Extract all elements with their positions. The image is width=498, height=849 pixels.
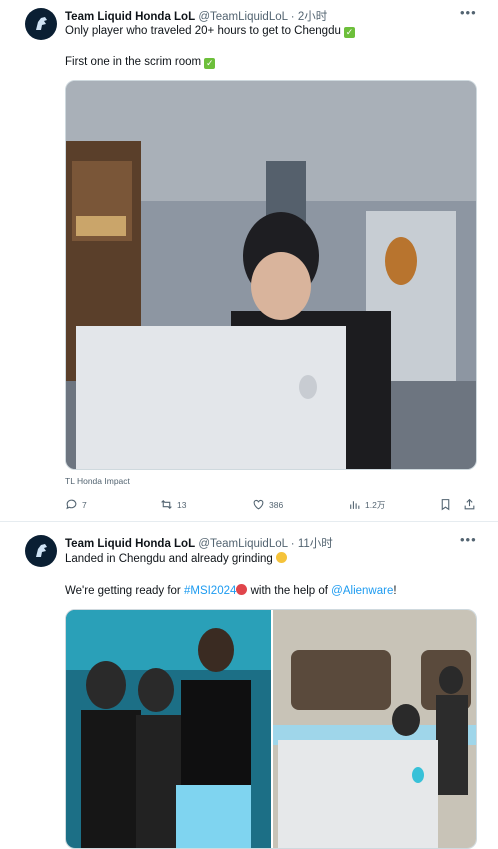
msi-emblem-icon [236, 584, 248, 595]
views-count: 1.2万 [365, 499, 386, 510]
timestamp[interactable]: 2小时 [298, 11, 327, 23]
avatar[interactable] [25, 8, 57, 40]
tweet-text: ! [393, 585, 397, 597]
media-caption[interactable]: TL Honda Impact [65, 476, 130, 486]
reply-button[interactable]: 7 [65, 498, 87, 511]
retweet-count: 13 [177, 499, 187, 510]
check-mark-emoji-icon: ✓ [204, 58, 216, 69]
like-button[interactable]: 386 [252, 498, 283, 511]
team-photo-right[interactable] [273, 610, 477, 849]
retweet-icon [161, 499, 172, 510]
team-liquid-logo-icon [36, 544, 47, 557]
more-options-icon[interactable]: ••• [460, 6, 476, 22]
team-liquid-logo-icon [36, 17, 47, 30]
tweet-actions: 7 13 386 1.2万 [65, 498, 477, 514]
tweet[interactable]: Team Liquid Honda LoL @TeamLiquidLoL · 1… [0, 523, 498, 849]
tweet-photo-grid [65, 609, 477, 849]
tweet-text: with the help of [250, 585, 328, 597]
like-count: 386 [269, 499, 284, 510]
separator: · [290, 11, 295, 23]
tweet-photo[interactable] [65, 80, 477, 470]
check-mark-emoji-icon: ✓ [344, 27, 356, 38]
bookmark-icon [441, 499, 450, 511]
team-photos [66, 610, 477, 849]
bookmark-button[interactable] [439, 498, 452, 511]
tweet-text-line: We're getting ready for #MSI2024 with th… [65, 584, 397, 599]
avatar[interactable] [25, 535, 57, 567]
share-icon [464, 498, 475, 510]
author-handle[interactable]: @TeamLiquidLoL [198, 11, 287, 23]
reply-icon [66, 499, 77, 510]
heart-icon [253, 499, 264, 510]
views-button[interactable]: 1.2万 [348, 498, 385, 511]
tweet-text: We're getting ready for [65, 585, 181, 597]
share-button[interactable] [463, 498, 476, 511]
timestamp[interactable]: 11小时 [298, 538, 333, 550]
team-photo-left[interactable] [66, 610, 271, 849]
tweet-text-line: Only player who traveled 20+ hours to ge… [65, 24, 356, 39]
author-name[interactable]: Team Liquid Honda LoL [65, 11, 195, 23]
tweet-text: Landed in Chengdu and already grinding [65, 553, 273, 565]
tweet-text-line: First one in the scrim room ✓ [65, 55, 216, 70]
more-options-icon[interactable]: ••• [460, 533, 476, 549]
tweet-text-line: Landed in Chengdu and already grinding [65, 552, 288, 567]
author-name[interactable]: Team Liquid Honda LoL [65, 538, 195, 550]
views-icon [350, 501, 360, 509]
tweet-header: Team Liquid Honda LoL @TeamLiquidLoL · 1… [65, 535, 333, 551]
scrim-room-photo [66, 81, 476, 469]
retweet-button[interactable]: 13 [160, 498, 186, 511]
author-handle[interactable]: @TeamLiquidLoL [198, 538, 287, 550]
tweet-header: Team Liquid Honda LoL @TeamLiquidLoL · 2… [65, 8, 327, 24]
tweet[interactable]: Team Liquid Honda LoL @TeamLiquidLoL · 2… [0, 0, 498, 522]
hashtag-link[interactable]: #MSI2024 [184, 585, 236, 597]
tweet-text: Only player who traveled 20+ hours to ge… [65, 25, 341, 37]
grimace-emoji-icon [276, 552, 288, 563]
separator: · [290, 538, 295, 550]
tweet-text: First one in the scrim room [65, 56, 202, 68]
reply-count: 7 [82, 499, 87, 510]
mention-link[interactable]: @Alienware [331, 585, 393, 597]
